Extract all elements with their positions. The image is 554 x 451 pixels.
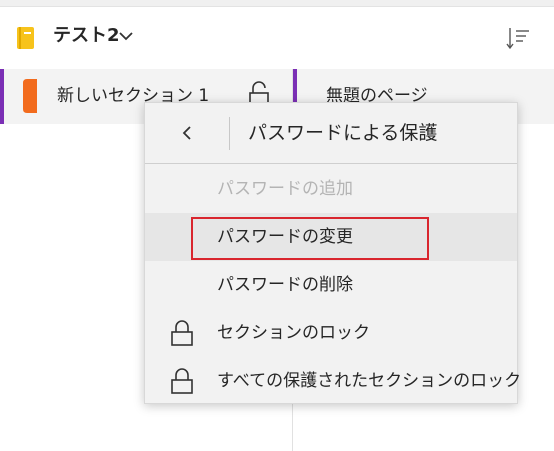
change-password-label: パスワードの変更 <box>217 227 353 247</box>
chevron-down-icon[interactable] <box>118 30 134 42</box>
header-divider <box>229 117 230 150</box>
notebook-name[interactable]: テスト2 <box>53 24 120 48</box>
lock-icon <box>171 320 193 346</box>
add-password-label: パスワードの追加 <box>217 179 353 199</box>
section-tab-icon <box>23 79 37 113</box>
notebook-header: テスト2 <box>0 7 554 69</box>
lock-all-sections-label: すべての保護されたセクションのロック <box>217 371 522 391</box>
notebook-icon <box>17 27 34 49</box>
lock-all-sections-item[interactable]: すべての保護されたセクションのロック <box>145 357 521 405</box>
password-protection-menu: パスワードによる保護 パスワードの追加 パスワードの変更 パスワードの削除 セク… <box>144 102 521 405</box>
lock-section-label: セクションのロック <box>217 323 370 343</box>
menu-title: パスワードによる保護 <box>248 122 438 144</box>
sort-icon[interactable] <box>505 25 531 51</box>
window-top-strip <box>0 0 554 7</box>
remove-password-label: パスワードの削除 <box>217 275 353 295</box>
chevron-left-icon[interactable] <box>167 117 207 149</box>
change-password-item[interactable]: パスワードの変更 <box>145 213 517 261</box>
lock-section-item[interactable]: セクションのロック <box>145 309 517 357</box>
menu-header: パスワードによる保護 <box>145 103 517 164</box>
lock-icon <box>171 368 193 394</box>
onenote-window: テスト2 新しいセクション 1 無題のページ パスワードによる保護 パスワードの… <box>0 0 554 451</box>
add-password-item: パスワードの追加 <box>145 165 517 213</box>
remove-password-item[interactable]: パスワードの削除 <box>145 261 517 309</box>
